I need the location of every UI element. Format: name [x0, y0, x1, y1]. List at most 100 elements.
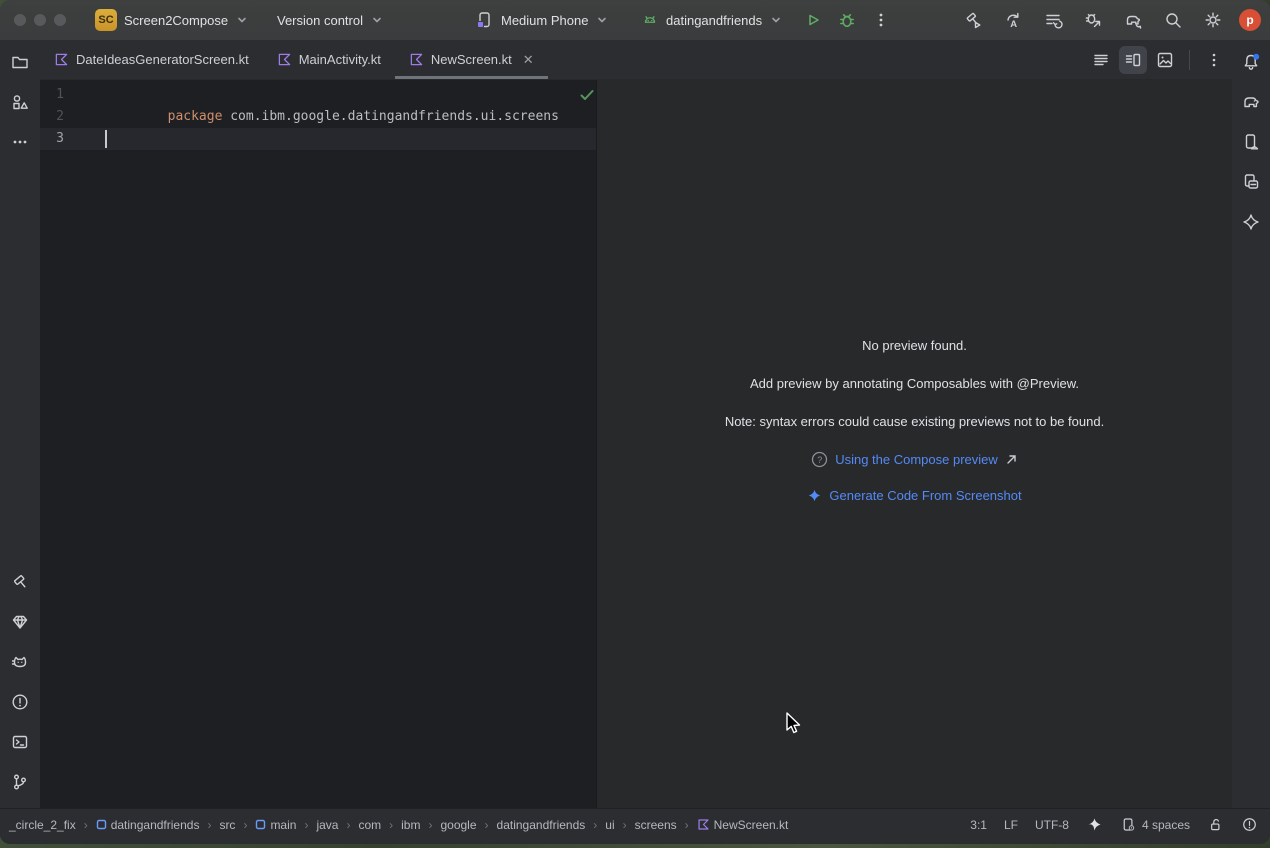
generate-code-from-screenshot-link[interactable]: Generate Code From Screenshot	[597, 488, 1232, 503]
debug-icon[interactable]	[833, 6, 861, 34]
indent-widget[interactable]: 4 spaces	[1120, 816, 1190, 833]
breadcrumb-separator	[426, 818, 434, 832]
left-toolwindow-stripe	[0, 40, 40, 808]
android-icon	[641, 11, 659, 29]
preview-message-title: No preview found.	[597, 338, 1232, 353]
link-label: Using the Compose preview	[835, 452, 998, 467]
breadcrumb-item[interactable]: _circle_2_fix	[6, 817, 79, 833]
device-phone-icon	[474, 10, 494, 30]
git-branch-icon[interactable]	[6, 768, 34, 796]
build-toolwindow-icon[interactable]	[6, 568, 34, 596]
preview-message-hint: Add preview by annotating Composables wi…	[597, 376, 1232, 391]
resource-manager-icon[interactable]	[6, 88, 34, 116]
module-icon	[255, 819, 266, 830]
toolbar-right-actions: A	[959, 0, 1261, 40]
breadcrumb-item[interactable]: ibm	[398, 817, 423, 833]
breadcrumb-item-module[interactable]: datingandfriends	[93, 817, 203, 833]
titlebar: SC Screen2Compose Version control Medium…	[0, 0, 1270, 40]
breadcrumb-separator	[241, 818, 249, 832]
kotlin-file-icon	[54, 52, 69, 67]
attach-debugger-icon[interactable]	[1079, 6, 1107, 34]
breadcrumb-item-file[interactable]: NewScreen.kt	[694, 817, 792, 833]
breadcrumb-separator	[483, 818, 491, 832]
gradle-sync-icon[interactable]	[1119, 6, 1147, 34]
gemini-star-icon[interactable]	[1237, 208, 1265, 236]
device-explorer-icon[interactable]	[1237, 168, 1265, 196]
breadcrumb-item[interactable]: datingandfriends	[494, 817, 589, 833]
kotlin-file-icon	[409, 52, 424, 67]
project-folder-icon[interactable]	[6, 48, 34, 76]
code-editor[interactable]: 1 2 3 package com.ibm.google.datingandfri…	[40, 80, 596, 808]
code-view-icon[interactable]	[1087, 46, 1115, 74]
gradle-elephant-icon[interactable]	[1237, 88, 1265, 116]
line-separator-widget[interactable]: LF	[1004, 818, 1018, 832]
editor-tabbar: DateIdeasGeneratorScreen.kt MainActivity…	[40, 40, 1232, 80]
search-everywhere-icon[interactable]	[1159, 6, 1187, 34]
terminal-icon[interactable]	[6, 728, 34, 756]
indent-settings-icon	[1120, 816, 1137, 833]
apply-code-changes-icon[interactable]	[1039, 6, 1067, 34]
active-tab-indicator	[395, 76, 548, 79]
problems-icon[interactable]	[6, 688, 34, 716]
line-number[interactable]: 2	[40, 106, 64, 128]
user-avatar[interactable]: p	[1239, 9, 1261, 31]
tab-newscreen-active[interactable]: NewScreen.kt ✕	[395, 40, 548, 79]
close-tab-icon[interactable]: ✕	[523, 52, 534, 68]
inspections-ok-icon	[578, 86, 596, 104]
lock-unlocked-icon[interactable]	[1207, 816, 1224, 833]
maximize-window-button[interactable]	[54, 14, 66, 26]
design-view-icon[interactable]	[1151, 46, 1179, 74]
editor-view-modes	[1087, 40, 1232, 79]
preview-message-note: Note: syntax errors could cause existing…	[597, 414, 1232, 429]
compose-preview-docs-link[interactable]: ? Using the Compose preview	[597, 451, 1232, 468]
kotlin-file-icon	[277, 52, 292, 67]
split-view-icon[interactable]	[1119, 46, 1147, 74]
running-devices-icon[interactable]	[1237, 128, 1265, 156]
project-widget[interactable]: SC Screen2Compose	[95, 0, 249, 40]
run-actions	[799, 0, 895, 40]
breadcrumb-item[interactable]: screens	[632, 817, 680, 833]
breadcrumb-separator	[591, 818, 599, 832]
tab-label: MainActivity.kt	[299, 52, 381, 67]
settings-gear-icon[interactable]	[1199, 6, 1227, 34]
line-number-active[interactable]: 3	[40, 128, 64, 150]
app-quality-insights-icon[interactable]	[6, 608, 34, 636]
project-badge: SC	[95, 9, 117, 31]
apply-changes-restart-icon[interactable]: A	[999, 6, 1027, 34]
status-bar: _circle_2_fix datingandfriends src main …	[0, 808, 1270, 840]
tab-label: NewScreen.kt	[431, 52, 512, 67]
line-number[interactable]: 1	[40, 84, 64, 106]
package-path: com.ibm.google.datingandfriends.ui.scree…	[230, 109, 559, 124]
notifications-bell-icon[interactable]	[1237, 48, 1265, 76]
more-run-options-icon[interactable]	[867, 6, 895, 34]
minimize-window-button[interactable]	[34, 14, 46, 26]
svg-text:A: A	[1010, 19, 1017, 30]
breadcrumb-item-sourceset[interactable]: main	[252, 817, 299, 833]
logcat-icon[interactable]	[6, 648, 34, 676]
run-configuration-selector[interactable]: datingandfriends	[641, 0, 783, 40]
close-window-button[interactable]	[14, 14, 26, 26]
encoding-widget[interactable]: UTF-8	[1035, 818, 1069, 832]
caret-position-widget[interactable]: 3:1	[970, 818, 987, 832]
chevron-down-icon	[370, 13, 384, 27]
breadcrumb-item[interactable]: google	[437, 817, 479, 833]
tab-mainactivity[interactable]: MainActivity.kt	[263, 40, 395, 79]
desktop-wallpaper: SC Screen2Compose Version control Medium…	[0, 0, 1270, 848]
breadcrumb-item[interactable]: ui	[602, 817, 617, 833]
run-icon[interactable]	[799, 6, 827, 34]
tab-label: DateIdeasGeneratorScreen.kt	[76, 52, 249, 67]
gemini-status-icon[interactable]	[1086, 816, 1103, 833]
breadcrumb-separator	[387, 818, 395, 832]
breadcrumb-item[interactable]: com	[355, 817, 384, 833]
more-tool-windows-icon[interactable]	[6, 128, 34, 156]
device-selector[interactable]: Medium Phone	[474, 0, 609, 40]
error-analysis-icon[interactable]	[1241, 816, 1258, 833]
tab-options-kebab-icon[interactable]	[1200, 46, 1228, 74]
breadcrumb-separator	[205, 818, 213, 832]
keyword-package: package	[168, 109, 223, 124]
breadcrumb-item[interactable]: src	[216, 817, 238, 833]
breadcrumb-item[interactable]: java	[313, 817, 341, 833]
tab-dateideasgeneratorscreen[interactable]: DateIdeasGeneratorScreen.kt	[40, 40, 263, 79]
build-icon[interactable]	[959, 6, 987, 34]
version-control-widget[interactable]: Version control	[277, 0, 384, 40]
